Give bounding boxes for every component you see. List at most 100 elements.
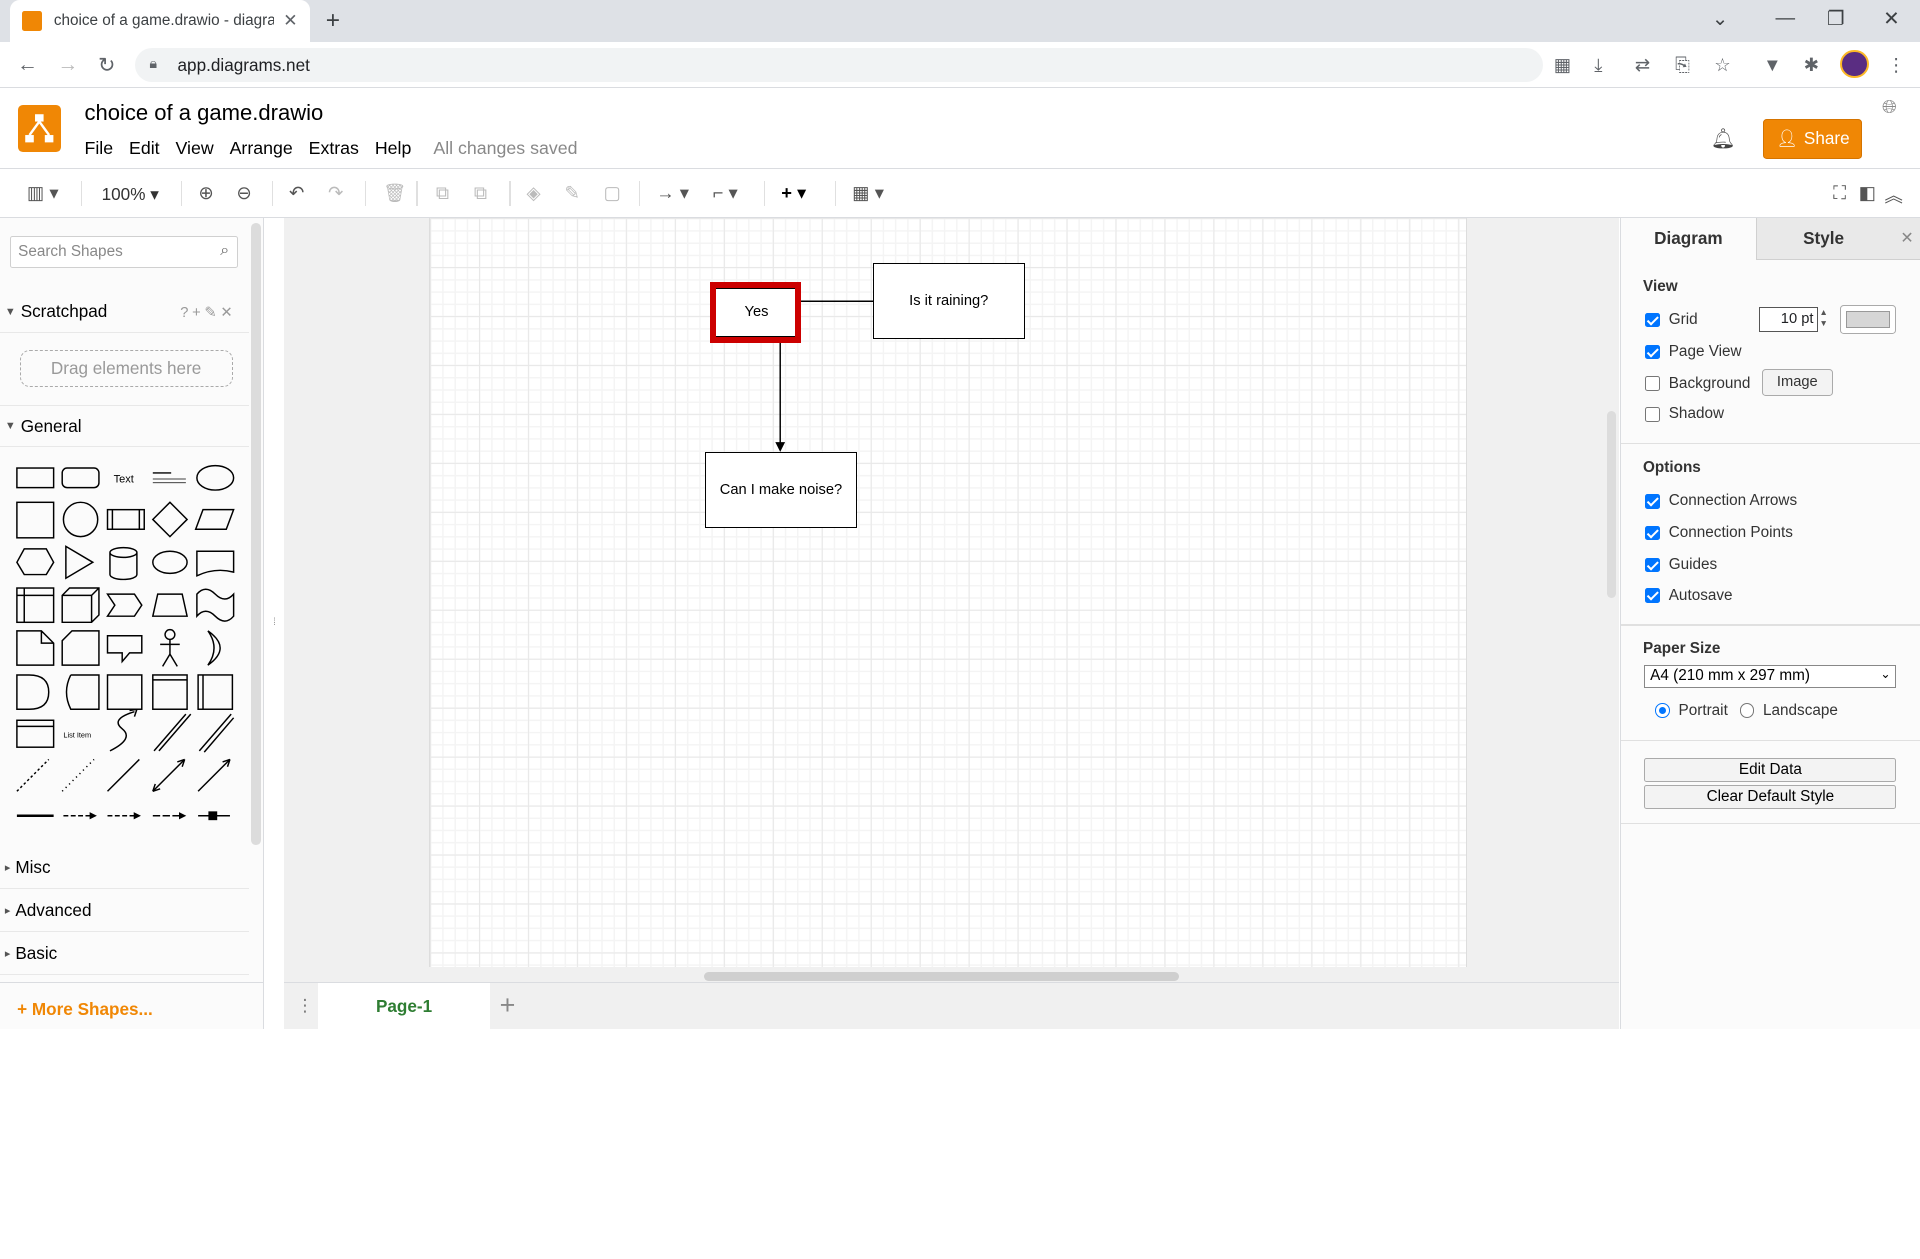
delete-icon[interactable]: 🗑︎ (383, 182, 406, 204)
browser-tab[interactable]: choice of a game.drawio - diagrams.net ✕ (9, 0, 310, 42)
portrait-radio-row[interactable]: Portrait (1655, 702, 1728, 720)
menu-arrange[interactable]: Arrange (230, 138, 293, 159)
back-icon[interactable]: ← (17, 53, 38, 77)
connection-arrows-row[interactable]: Connection Arrows (1645, 492, 1797, 510)
new-tab-icon[interactable]: + (326, 7, 340, 35)
puzzle-extensions-icon[interactable]: ✱ (1804, 54, 1819, 76)
close-tab-icon[interactable]: ✕ (283, 10, 297, 31)
format-panel-icon[interactable]: ◧ (1859, 182, 1876, 204)
redo-icon[interactable]: ↷ (328, 182, 343, 204)
extension-icon[interactable]: ▼ (1763, 54, 1781, 76)
diagram-canvas[interactable]: Yes Is it raining? Can I make noise? (284, 217, 1619, 983)
paper-size-select[interactable]: A4 (210 mm x 297 mm) ⌄ (1644, 664, 1897, 689)
guides-checkbox[interactable] (1645, 557, 1661, 573)
grid-size-input[interactable]: 10 pt (1759, 307, 1819, 332)
format-panel-toggle-icon[interactable]: ▥ ▾ (27, 182, 59, 204)
close-panel-icon[interactable]: ✕ (1900, 228, 1913, 248)
search-input[interactable] (10, 237, 207, 268)
grid-checkbox-row[interactable]: Grid (1645, 311, 1698, 329)
menu-help[interactable]: Help (375, 138, 412, 159)
notification-bell-icon[interactable]: 🔔︎ (1711, 127, 1736, 151)
add-page-icon[interactable]: + (500, 990, 516, 1021)
apps-icon[interactable]: ▦ (1554, 54, 1571, 76)
autosave-checkbox[interactable] (1645, 588, 1661, 603)
language-globe-icon[interactable]: 🌐︎ (1882, 96, 1897, 118)
background-image-button[interactable]: Image (1761, 368, 1833, 396)
table-icon[interactable]: ▦ ▾ (852, 182, 884, 204)
tab-style[interactable]: Style (1755, 217, 1891, 260)
horizontal-scrollbar[interactable] (704, 972, 1180, 981)
sidebar-scrollbar[interactable] (251, 222, 261, 845)
background-checkbox[interactable] (1645, 376, 1661, 392)
autosave-row[interactable]: Autosave (1645, 587, 1733, 605)
forward-icon[interactable]: → (58, 53, 79, 77)
zoom-dropdown[interactable]: 100% ▾ (102, 184, 159, 205)
undo-icon[interactable]: ↶ (289, 182, 304, 204)
edit-data-button[interactable]: Edit Data (1644, 757, 1897, 783)
install-icon[interactable]: ⤓ (1594, 54, 1602, 76)
connection-points-checkbox[interactable] (1645, 525, 1661, 541)
node-can-i-make-noise[interactable]: Can I make noise? (705, 451, 857, 528)
translate-icon[interactable]: ⇄ (1635, 54, 1650, 76)
search-icon[interactable]: ⌕ (220, 242, 229, 260)
shadow-checkbox[interactable] (1645, 406, 1661, 422)
connection-points-row[interactable]: Connection Points (1645, 524, 1793, 542)
waypoints-icon[interactable]: ⌐ ▾ (713, 182, 738, 204)
browser-menu-icon[interactable]: ⋮ (1887, 54, 1905, 76)
shadow-icon[interactable]: ▢ (604, 182, 621, 204)
fullscreen-icon[interactable]: ⛶ (1833, 182, 1846, 204)
grid-checkbox[interactable] (1645, 312, 1661, 328)
node-is-it-raining[interactable]: Is it raining? (872, 263, 1025, 340)
menu-view[interactable]: View (176, 138, 214, 159)
shadow-checkbox-row[interactable]: Shadow (1645, 405, 1724, 423)
share-button[interactable]: 👤︎ Share (1763, 118, 1863, 160)
line-color-icon[interactable]: ✎ (564, 182, 579, 204)
general-shapes-palette[interactable]: Text List Item (12, 457, 245, 824)
page-view-checkbox-row[interactable]: Page View (1645, 343, 1742, 361)
restore-icon[interactable]: ❐ (1827, 7, 1845, 31)
to-front-icon[interactable]: ⧉ (436, 182, 449, 204)
landscape-radio[interactable] (1739, 703, 1755, 718)
zoom-out-icon[interactable]: ⊖ (236, 182, 251, 204)
landscape-radio-row[interactable]: Landscape (1739, 702, 1838, 720)
menu-edit[interactable]: Edit (129, 138, 160, 159)
grid-size-spinner-icon[interactable]: ▲ ▼ (1819, 307, 1827, 329)
zoom-in-icon[interactable]: ⊕ (198, 182, 213, 204)
misc-header[interactable]: ▸ Misc (0, 847, 249, 889)
page-view-checkbox[interactable] (1645, 344, 1661, 360)
reload-icon[interactable]: ↻ (98, 53, 115, 78)
collapse-icon[interactable]: ︽ (1885, 182, 1903, 208)
profile-avatar[interactable] (1840, 50, 1869, 79)
menu-file[interactable]: File (84, 138, 113, 159)
document-title[interactable]: choice of a game.drawio (84, 100, 323, 126)
lock-icon[interactable]: 🔒︎ (149, 56, 157, 72)
clear-default-style-button[interactable]: Clear Default Style (1644, 784, 1897, 810)
tab-diagram[interactable]: Diagram (1621, 217, 1756, 260)
general-header[interactable]: ▼ General (0, 405, 249, 447)
basic-header[interactable]: ▸ Basic (0, 933, 249, 975)
fill-color-icon[interactable]: ◈ (527, 182, 541, 204)
sidebar-resize-handle[interactable]: ⁞ (273, 617, 276, 628)
more-shapes-button[interactable]: + More Shapes... (17, 999, 153, 1020)
vertical-scrollbar[interactable] (1606, 411, 1617, 598)
tab-page-1[interactable]: Page-1 (318, 983, 490, 1029)
to-back-icon[interactable]: ⧉ (474, 182, 487, 204)
portrait-radio[interactable] (1655, 703, 1670, 718)
minimize-icon[interactable]: — (1776, 7, 1796, 30)
bookmark-star-icon[interactable]: ☆ (1714, 54, 1730, 76)
connection-arrows-checkbox[interactable] (1645, 493, 1661, 509)
connection-style-icon[interactable]: → ▾ (656, 182, 689, 204)
insert-icon[interactable]: + ▾ (781, 182, 806, 204)
scratchpad-drop-area[interactable]: Drag elements here (19, 350, 233, 387)
guides-row[interactable]: Guides (1645, 556, 1717, 574)
close-window-icon[interactable]: ✕ (1883, 7, 1899, 31)
share-page-icon[interactable]: ⎘ (1675, 54, 1690, 76)
menu-extras[interactable]: Extras (309, 138, 359, 159)
background-checkbox-row[interactable]: Background (1645, 375, 1750, 393)
url-field[interactable]: 🔒︎ app.diagrams.net (134, 47, 1543, 83)
scratchpad-header[interactable]: ▼ Scratchpad ?+✎✕ (0, 291, 249, 334)
grid-color-button[interactable] (1840, 304, 1897, 335)
scratchpad-controls[interactable]: ?+✎✕ (180, 304, 236, 321)
tab-search-icon[interactable]: ⌄ (1712, 7, 1728, 31)
pages-menu-icon[interactable]: ⋮ (296, 995, 313, 1016)
